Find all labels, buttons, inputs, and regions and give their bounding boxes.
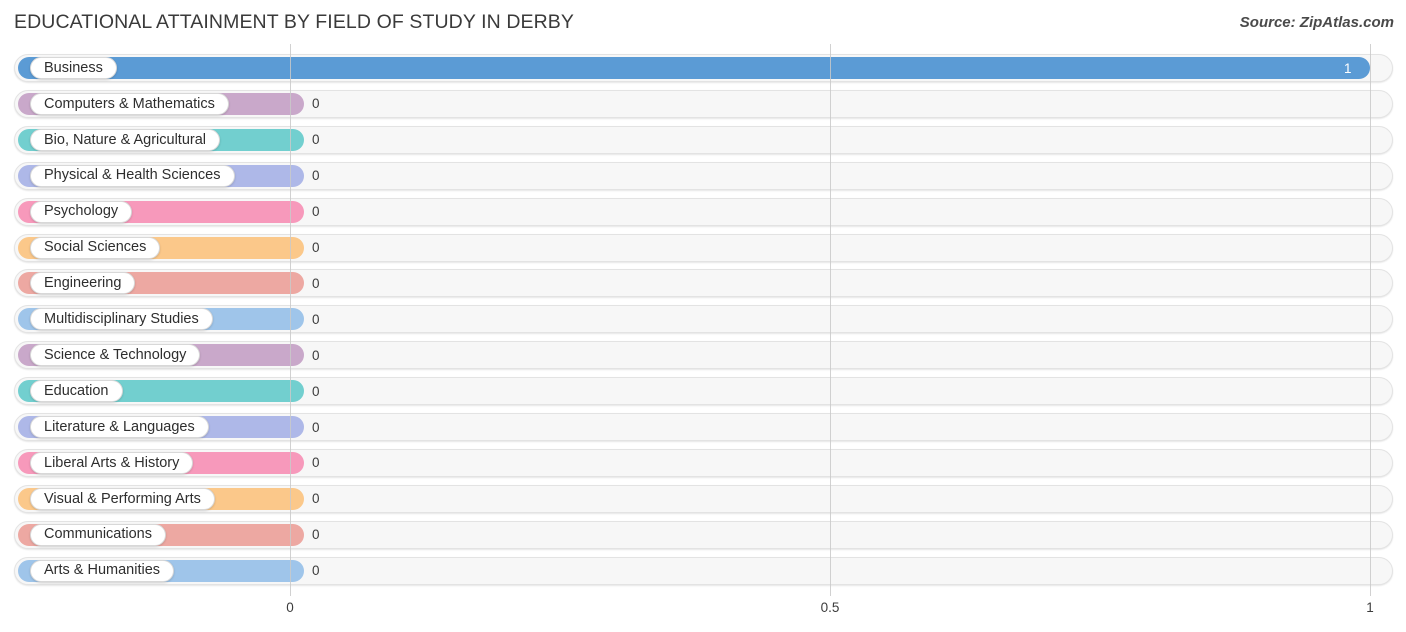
bar-category-label: Visual & Performing Arts bbox=[44, 490, 201, 507]
bar-label-pill: Physical & Health Sciences bbox=[30, 164, 235, 187]
bar-label-pill: Multidisciplinary Studies bbox=[30, 308, 213, 331]
bar-value-label: 0 bbox=[312, 132, 320, 148]
bar-value-label: 0 bbox=[312, 204, 320, 220]
bar-row: Communications 0 bbox=[14, 520, 1393, 549]
bar-row: Engineering 0 bbox=[14, 269, 1393, 298]
x-tick-label: 0 bbox=[286, 600, 294, 615]
bar-label-pill: Arts & Humanities bbox=[30, 559, 175, 582]
bar-label-pill: Science & Technology bbox=[30, 344, 201, 367]
x-tick-label: 1 bbox=[1366, 600, 1374, 615]
bar-row: Business 1 bbox=[14, 54, 1393, 82]
bar-label-pill: Education bbox=[30, 380, 123, 403]
x-tick-label: 0.5 bbox=[820, 600, 840, 615]
bar-category-label: Bio, Nature & Agricultural bbox=[44, 131, 206, 148]
bar-label-pill: Visual & Performing Arts bbox=[30, 487, 215, 510]
bar-value-label: 0 bbox=[312, 96, 320, 112]
bar-label-pill: Engineering bbox=[30, 272, 136, 295]
bar-label-pill: Liberal Arts & History bbox=[30, 451, 194, 474]
chart-header: EDUCATIONAL ATTAINMENT BY FIELD OF STUDY… bbox=[0, 0, 1406, 44]
bar-value-label: 0 bbox=[312, 311, 320, 327]
bar-label-pill: Psychology bbox=[30, 200, 133, 223]
bar-row: Bio, Nature & Agricultural 0 bbox=[14, 125, 1393, 154]
bar-row: Visual & Performing Arts 0 bbox=[14, 484, 1393, 513]
bar-value-label: 0 bbox=[312, 491, 320, 507]
page-title: EDUCATIONAL ATTAINMENT BY FIELD OF STUDY… bbox=[14, 11, 575, 33]
bar-row: Education 0 bbox=[14, 377, 1393, 406]
bar-label-pill: Communications bbox=[30, 523, 166, 546]
bar-value-label: 0 bbox=[312, 563, 320, 579]
bar-category-label: Social Sciences bbox=[44, 239, 147, 256]
bar-value-label: 0 bbox=[312, 383, 320, 399]
chart-plot-area: Business 1 Computers & Mathematics 0 Bio, Na… bbox=[0, 44, 1406, 596]
bar-category-label: Literature & Languages bbox=[44, 418, 195, 435]
bar-value-label: 0 bbox=[312, 240, 320, 255]
bar-category-label: Multidisciplinary Studies bbox=[44, 311, 199, 328]
bar-category-label: Liberal Arts & History bbox=[44, 454, 180, 471]
bar-row: Psychology 0 bbox=[14, 197, 1393, 226]
bar-category-label: Computers & Mathematics bbox=[44, 95, 215, 112]
bar-category-label: Business bbox=[44, 59, 103, 76]
bar-category-label: Arts & Humanities bbox=[44, 562, 161, 579]
bar-row: Literature & Languages 0 bbox=[14, 413, 1393, 441]
bar-value-label: 0 bbox=[312, 419, 320, 435]
bar-value-label: 1 bbox=[1344, 60, 1352, 76]
bar-label-pill: Literature & Languages bbox=[30, 416, 209, 438]
bar-label-pill: Bio, Nature & Agricultural bbox=[30, 128, 220, 151]
bar-value-label: 0 bbox=[312, 347, 320, 363]
bar-label-pill: Social Sciences bbox=[30, 236, 161, 259]
bar-row: Multidisciplinary Studies 0 bbox=[14, 305, 1393, 334]
bar-value-label: 0 bbox=[312, 527, 320, 543]
bar-category-label: Communications bbox=[44, 526, 152, 543]
bar-label-pill: Computers & Mathematics bbox=[30, 92, 229, 115]
bar-row: Arts & Humanities 0 bbox=[14, 556, 1393, 585]
bar-value-label: 0 bbox=[312, 168, 320, 184]
bar-category-label: Education bbox=[44, 382, 109, 399]
bar-label-pill: Business bbox=[30, 57, 117, 79]
bar-value-label: 0 bbox=[312, 275, 320, 291]
x-axis: 0 0.5 1 bbox=[0, 596, 1406, 632]
bar-category-label: Physical & Health Sciences bbox=[44, 167, 221, 184]
source-attribution: Source: ZipAtlas.com bbox=[1239, 14, 1394, 31]
bar-value-label: 0 bbox=[312, 455, 320, 471]
bar-row: Science & Technology 0 bbox=[14, 341, 1393, 370]
bar-row: Physical & Health Sciences 0 bbox=[14, 161, 1393, 190]
bar-rows: Business 1 Computers & Mathematics 0 Bio, Na… bbox=[0, 44, 1406, 596]
bar-row: Social Sciences 0 bbox=[14, 233, 1393, 262]
bar-row: Liberal Arts & History 0 bbox=[14, 448, 1393, 477]
bar-fill bbox=[18, 57, 1370, 79]
bar-row: Computers & Mathematics 0 bbox=[14, 89, 1393, 118]
bar-category-label: Science & Technology bbox=[44, 346, 187, 363]
bar-category-label: Psychology bbox=[44, 203, 119, 220]
bar-category-label: Engineering bbox=[44, 275, 122, 292]
